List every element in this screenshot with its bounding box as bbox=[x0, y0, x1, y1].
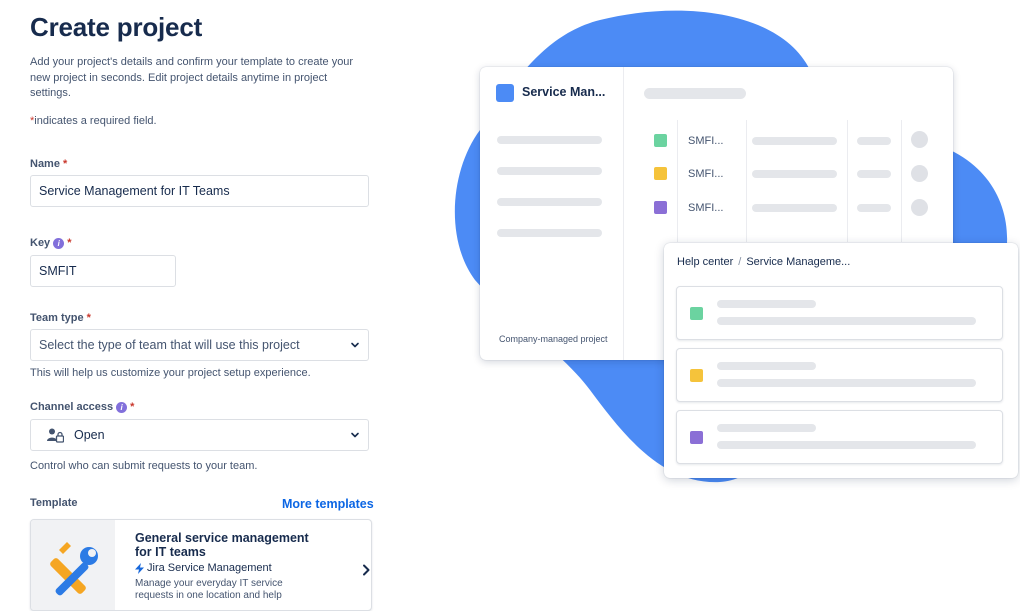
info-icon[interactable]: i bbox=[53, 237, 65, 249]
template-product: Jira Service Management bbox=[135, 562, 272, 574]
name-input-value: Service Management for IT Teams bbox=[39, 184, 230, 198]
request-type-card bbox=[676, 410, 1003, 464]
skeleton-header bbox=[644, 88, 746, 99]
wrench-tools-icon bbox=[50, 542, 98, 596]
help-center-breadcrumb: Help center / Service Manageme... bbox=[677, 256, 850, 268]
request-type-card bbox=[676, 348, 1003, 402]
row-color-square bbox=[654, 167, 667, 180]
avatar-placeholder bbox=[911, 165, 928, 182]
channel-access-label-text: Channel access bbox=[30, 401, 114, 413]
team-type-helper: This will help us customize your project… bbox=[30, 367, 311, 379]
key-input[interactable]: SMFIT bbox=[30, 255, 176, 287]
card-color-square bbox=[690, 307, 703, 320]
skeleton-line bbox=[752, 137, 837, 145]
skeleton-line bbox=[717, 317, 976, 325]
name-label: Name * bbox=[30, 158, 67, 170]
name-input[interactable]: Service Management for IT Teams bbox=[30, 175, 369, 207]
column-divider bbox=[901, 120, 902, 242]
skeleton-line bbox=[717, 379, 976, 387]
people-lock-icon bbox=[47, 428, 64, 443]
avatar-placeholder bbox=[911, 131, 928, 148]
lightning-icon bbox=[135, 562, 144, 574]
team-type-placeholder: Select the type of team that will use th… bbox=[39, 338, 300, 352]
project-type-label: Company-managed project bbox=[499, 334, 608, 344]
more-templates-link[interactable]: More templates bbox=[282, 497, 374, 511]
chevron-down-icon bbox=[351, 342, 359, 348]
skeleton-line bbox=[717, 441, 976, 449]
skeleton-line bbox=[752, 170, 837, 178]
project-avatar bbox=[496, 84, 514, 102]
key-input-value: SMFIT bbox=[39, 264, 77, 278]
template-description: Manage your everyday IT service requests… bbox=[135, 578, 283, 601]
team-type-label-text: Team type bbox=[30, 312, 84, 324]
required-star: * bbox=[62, 158, 68, 170]
channel-access-label: Channel access i * bbox=[30, 401, 134, 413]
skeleton-line bbox=[857, 204, 891, 212]
row-key: SMFI... bbox=[688, 168, 724, 180]
required-star: * bbox=[86, 312, 91, 324]
row-key: SMFI... bbox=[688, 135, 724, 147]
template-card[interactable]: General service management for IT teams … bbox=[30, 519, 372, 611]
name-label-text: Name bbox=[30, 158, 60, 170]
preview-sidebar: Service Man... Company-managed project bbox=[480, 67, 624, 360]
card-color-square bbox=[690, 369, 703, 382]
column-divider bbox=[677, 120, 678, 242]
skeleton-line bbox=[497, 167, 602, 175]
breadcrumb-leaf: Service Manageme... bbox=[746, 256, 851, 268]
skeleton-line bbox=[497, 229, 602, 237]
channel-access-select[interactable]: Open bbox=[30, 419, 369, 451]
info-icon[interactable]: i bbox=[116, 401, 128, 413]
skeleton-line bbox=[857, 137, 891, 145]
required-note: *indicates a required field. bbox=[30, 115, 157, 127]
channel-access-value: Open bbox=[74, 428, 105, 442]
preview-project-name: Service Man... bbox=[522, 85, 606, 99]
page-description: Add your project's details and confirm y… bbox=[30, 56, 354, 99]
row-key: SMFI... bbox=[688, 202, 724, 214]
row-color-square bbox=[654, 201, 667, 214]
template-label: Template bbox=[30, 497, 77, 509]
template-title: General service management for IT teams bbox=[135, 531, 309, 559]
card-color-square bbox=[690, 431, 703, 444]
required-note-text: indicates a required field. bbox=[34, 115, 157, 127]
avatar-placeholder bbox=[911, 199, 928, 216]
team-type-select[interactable]: Select the type of team that will use th… bbox=[30, 329, 369, 361]
breadcrumb-separator: / bbox=[738, 256, 742, 268]
skeleton-line bbox=[717, 300, 816, 308]
chevron-down-icon bbox=[351, 432, 359, 438]
skeleton-line bbox=[857, 170, 891, 178]
key-label: Key i * bbox=[30, 237, 71, 249]
template-product-name: Jira Service Management bbox=[147, 562, 272, 574]
skeleton-line bbox=[717, 424, 816, 432]
channel-access-helper: Control who can submit requests to your … bbox=[30, 460, 258, 472]
column-divider bbox=[847, 120, 848, 242]
skeleton-line bbox=[752, 204, 837, 212]
request-type-card bbox=[676, 286, 1003, 340]
page-title: Create project bbox=[30, 12, 203, 42]
skeleton-line bbox=[497, 198, 602, 206]
template-thumbnail bbox=[31, 520, 115, 610]
key-label-text: Key bbox=[30, 237, 51, 249]
skeleton-line bbox=[497, 136, 602, 144]
help-center-preview-panel: Help center / Service Manageme... bbox=[664, 243, 1018, 478]
breadcrumb-root: Help center bbox=[677, 256, 734, 268]
row-color-square bbox=[654, 134, 667, 147]
required-star: * bbox=[67, 237, 72, 249]
column-divider bbox=[746, 120, 747, 242]
team-type-label: Team type * bbox=[30, 312, 91, 324]
required-star: * bbox=[130, 401, 135, 413]
template-label-text: Template bbox=[30, 497, 78, 509]
skeleton-line bbox=[717, 362, 816, 370]
chevron-right-icon[interactable] bbox=[361, 564, 371, 576]
